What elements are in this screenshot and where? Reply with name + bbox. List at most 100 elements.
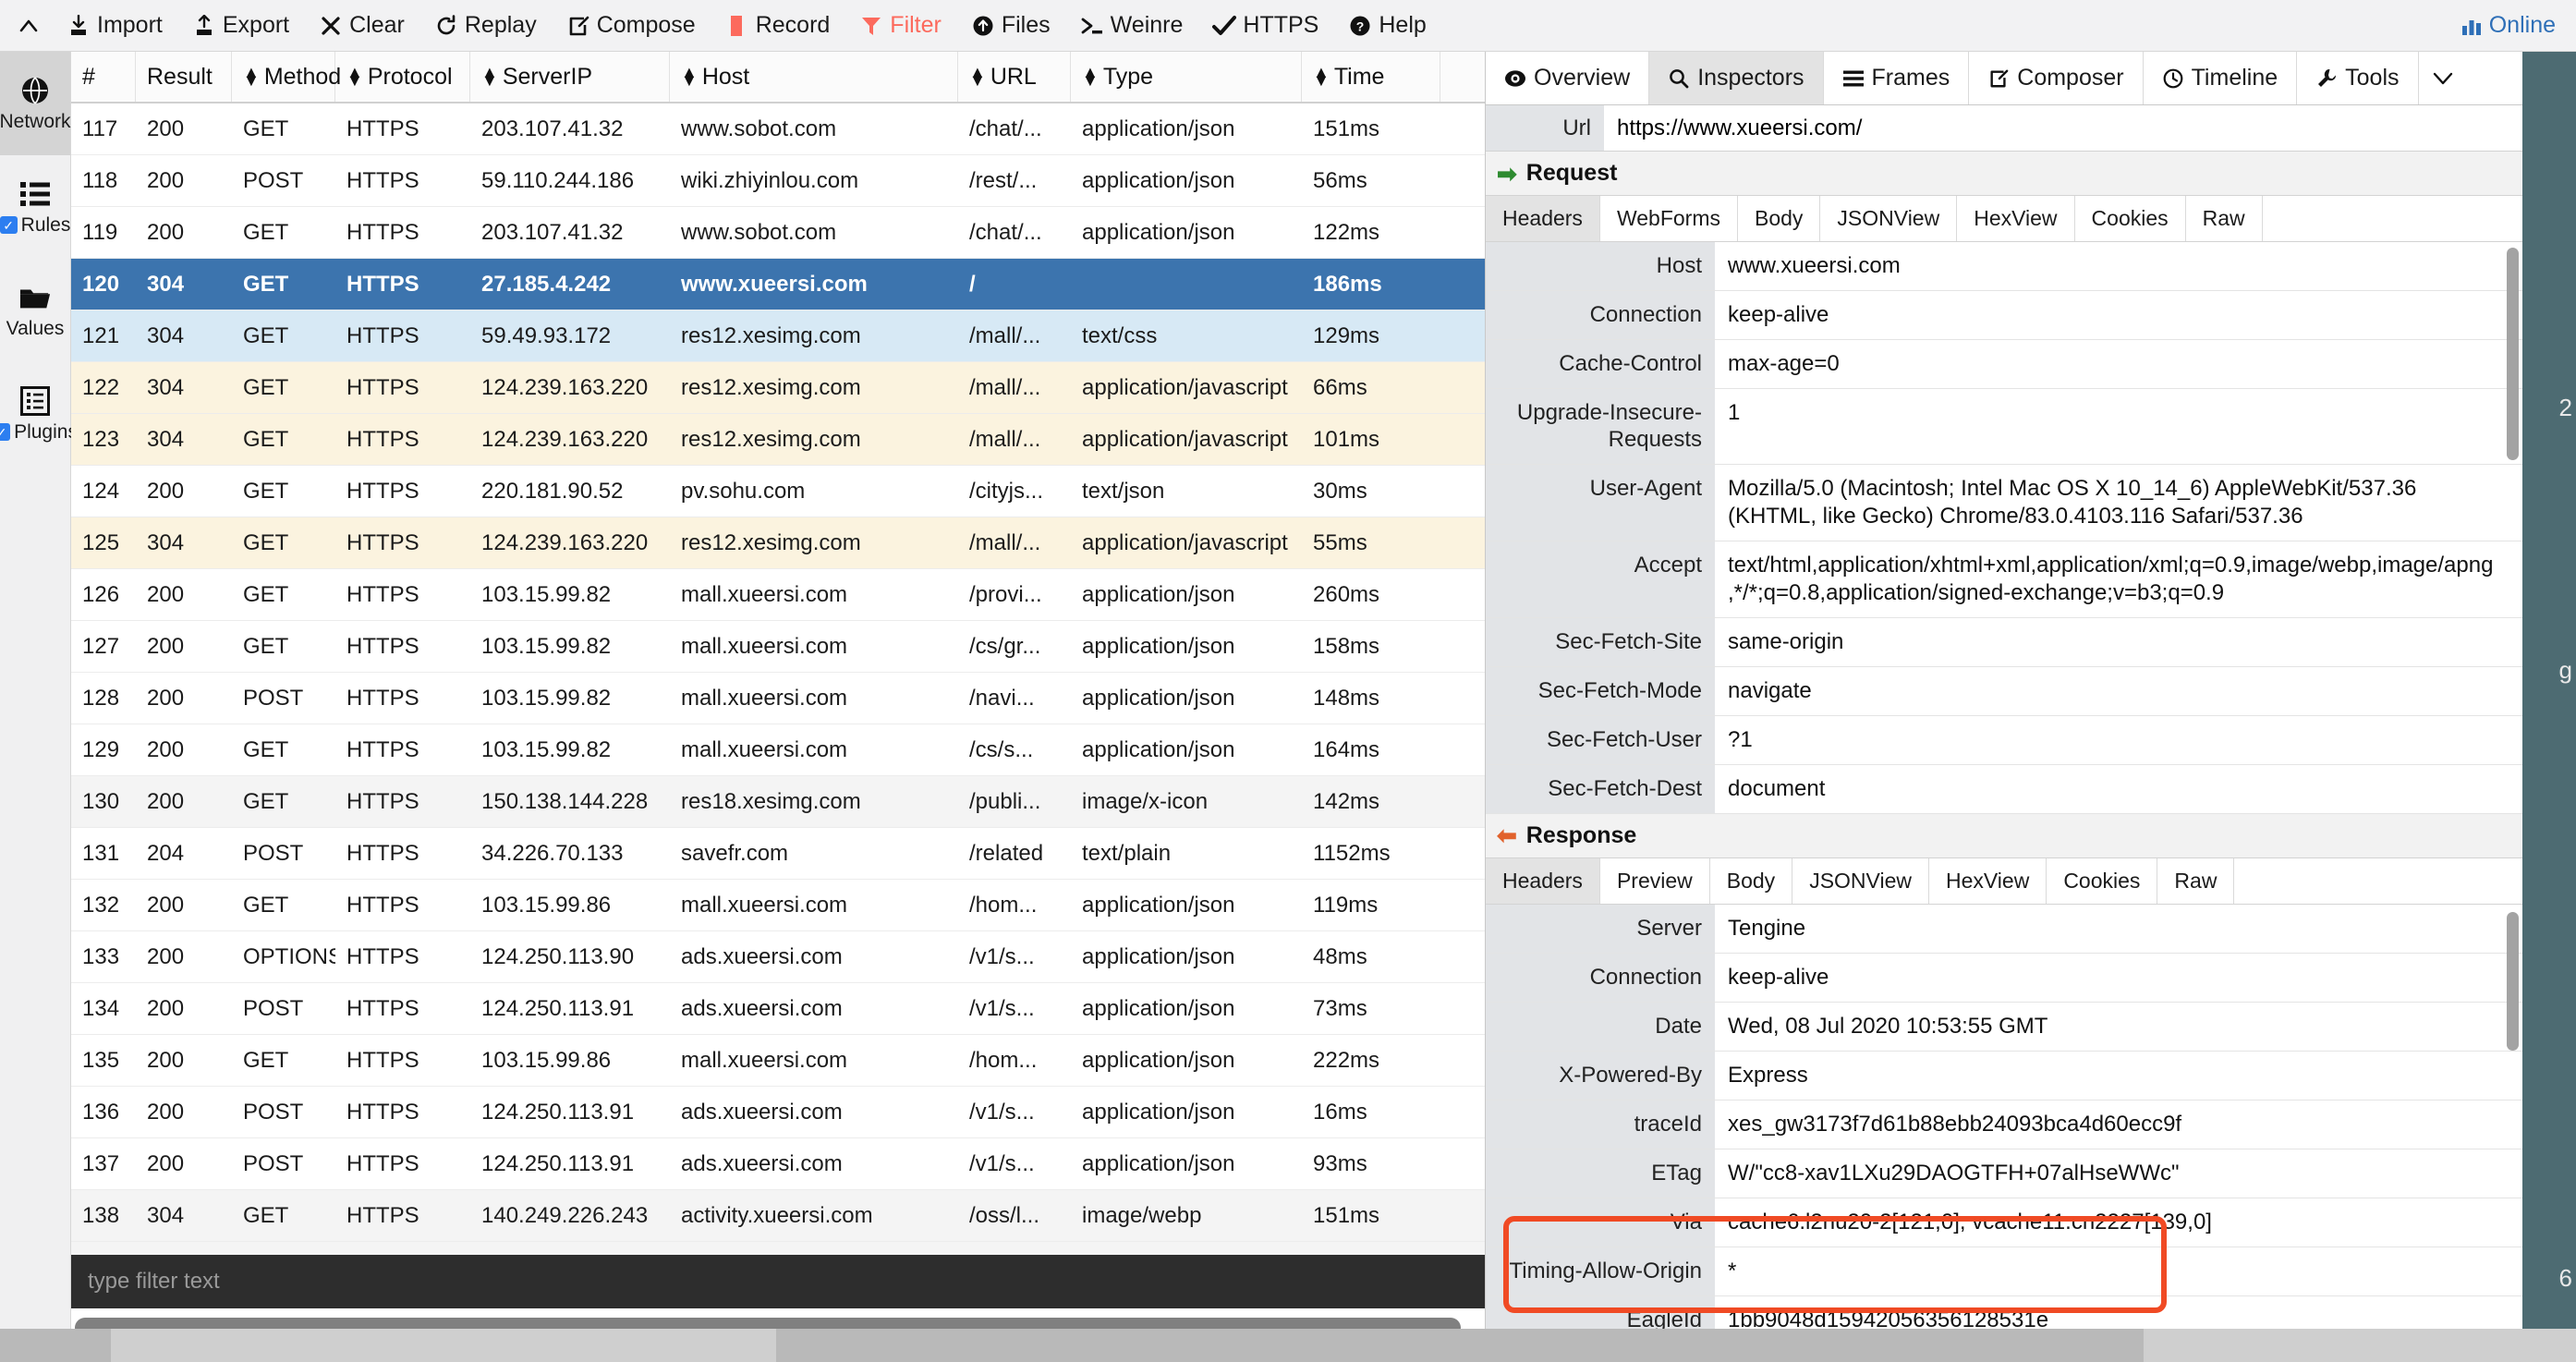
sidebar-item-rules[interactable]: ✓ Rules bbox=[0, 155, 70, 259]
table-row[interactable]: 125 304 GET HTTPS 124.239.163.220 res12.xesim… bbox=[71, 517, 1485, 569]
response-subtab-hexview[interactable]: HexView bbox=[1929, 857, 2047, 904]
import-button[interactable]: Import bbox=[52, 8, 177, 43]
table-row[interactable]: 129 200 GET HTTPS 103.15.99.82 mall.xueersi.c… bbox=[71, 724, 1485, 776]
table-row[interactable]: 122 304 GET HTTPS 124.239.163.220 res12.xesim… bbox=[71, 362, 1485, 414]
table-row[interactable]: 118 200 POST HTTPS 59.110.244.186 wiki.zhiyin… bbox=[71, 155, 1485, 207]
request-header-row[interactable]: Connection keep-alive bbox=[1486, 291, 2522, 340]
request-header-row[interactable]: Sec-Fetch-Mode navigate bbox=[1486, 666, 2522, 716]
response-header-row[interactable]: Server Tengine bbox=[1486, 904, 2522, 954]
record-button[interactable]: Record bbox=[711, 8, 845, 43]
column-header-url[interactable]: ▲ ▼ URL bbox=[958, 52, 1071, 102]
files-button[interactable]: Files bbox=[956, 8, 1065, 43]
request-subtab-body[interactable]: Body bbox=[1738, 196, 1821, 241]
tab-frames[interactable]: Frames bbox=[1824, 52, 1970, 104]
request-header-value[interactable]: 1 bbox=[1715, 389, 2522, 464]
response-header-row[interactable]: ETag W/"cc8-xav1LXu29DAOGTFH+07alHseWWc" bbox=[1486, 1149, 2522, 1198]
table-row[interactable]: 121 304 GET HTTPS 59.49.93.172 res12.xesimg.c… bbox=[71, 310, 1485, 362]
request-header-value[interactable]: ?1 bbox=[1715, 715, 2522, 764]
column-header-time[interactable]: ▲ ▼ Time bbox=[1302, 52, 1440, 102]
url-value[interactable]: https://www.xueersi.com/ bbox=[1604, 105, 2522, 151]
request-subtab-raw[interactable]: Raw bbox=[2186, 196, 2263, 241]
column-header-host[interactable]: ▲ ▼ Host bbox=[670, 52, 958, 102]
online-status-button[interactable]: Online bbox=[2460, 12, 2576, 39]
request-header-value[interactable]: www.xueersi.com bbox=[1715, 242, 2522, 290]
request-header-row[interactable]: Host www.xueersi.com bbox=[1486, 242, 2522, 291]
column-header-result[interactable]: Result bbox=[136, 52, 232, 102]
table-row[interactable]: 127 200 GET HTTPS 103.15.99.82 mall.xueersi.c… bbox=[71, 621, 1485, 673]
sort-icon[interactable]: ▲ ▼ bbox=[346, 64, 363, 89]
response-header-value[interactable]: W/"cc8-xav1LXu29DAOGTFH+07alHseWWc" bbox=[1715, 1149, 2522, 1198]
table-row[interactable]: 120 304 GET HTTPS 27.185.4.242 www.xueersi.co… bbox=[71, 259, 1485, 310]
weinre-button[interactable]: Weinre bbox=[1065, 8, 1198, 43]
request-header-value[interactable]: Mozilla/5.0 (Macintosh; Intel Mac OS X 1… bbox=[1715, 464, 2522, 541]
rules-checkbox[interactable]: ✓ bbox=[0, 216, 18, 234]
column-header-serverip[interactable]: ▲ ▼ ServerIP bbox=[470, 52, 670, 102]
response-header-value[interactable]: xes_gw3173f7d61b88ebb24093bca4d60ecc9f bbox=[1715, 1100, 2522, 1149]
column-header-protocol[interactable]: ▲ ▼ Protocol bbox=[335, 52, 470, 102]
table-row[interactable]: 136 200 POST HTTPS 124.250.113.91 ads.xueersi… bbox=[71, 1087, 1485, 1138]
request-header-value[interactable]: same-origin bbox=[1715, 617, 2522, 666]
response-header-row[interactable]: Timing-Allow-Origin * bbox=[1486, 1246, 2522, 1296]
column-header-method[interactable]: ▲ ▼ Method bbox=[232, 52, 341, 102]
request-section-header[interactable]: ➡ Request bbox=[1486, 152, 2522, 196]
request-header-row[interactable]: Cache-Control max-age=0 bbox=[1486, 340, 2522, 389]
response-subtab-headers[interactable]: Headers bbox=[1486, 857, 1600, 904]
table-row[interactable]: 134 200 POST HTTPS 124.250.113.91 ads.xueersi… bbox=[71, 983, 1485, 1035]
table-row[interactable]: 119 200 GET HTTPS 203.107.41.32 www.sobot.com… bbox=[71, 207, 1485, 259]
table-row[interactable]: 137 200 POST HTTPS 124.250.113.91 ads.xueersi… bbox=[71, 1138, 1485, 1190]
request-header-row[interactable]: Sec-Fetch-User ?1 bbox=[1486, 715, 2522, 765]
sort-icon[interactable]: ▲ ▼ bbox=[1082, 64, 1099, 89]
replay-button[interactable]: Replay bbox=[419, 8, 552, 43]
request-header-value[interactable]: text/html,application/xhtml+xml,applicat… bbox=[1715, 541, 2522, 617]
collapse-toolbar-button[interactable] bbox=[13, 10, 52, 42]
help-button[interactable]: ? Help bbox=[1333, 8, 1440, 43]
sidebar-item-values[interactable]: Values bbox=[0, 259, 70, 362]
request-header-value[interactable]: keep-alive bbox=[1715, 291, 2522, 339]
sort-icon[interactable]: ▲ ▼ bbox=[969, 64, 986, 89]
request-header-row[interactable]: User-Agent Mozilla/5.0 (Macintosh; Intel … bbox=[1486, 464, 2522, 541]
tab-tools[interactable]: Tools bbox=[2297, 52, 2419, 104]
table-row[interactable]: 130 200 GET HTTPS 150.138.144.228 res18.xesim… bbox=[71, 776, 1485, 828]
sort-icon[interactable]: ▲ ▼ bbox=[243, 64, 260, 89]
response-header-value[interactable]: keep-alive bbox=[1715, 953, 2522, 1002]
request-subtab-jsonview[interactable]: JSONView bbox=[1820, 196, 1958, 241]
table-row[interactable]: 128 200 POST HTTPS 103.15.99.82 mall.xueersi.… bbox=[71, 673, 1485, 724]
request-subtab-cookies[interactable]: Cookies bbox=[2075, 196, 2186, 241]
response-header-row[interactable]: Via cache6.l2nu20-2[121,0], vcache11.cn22… bbox=[1486, 1198, 2522, 1247]
filter-button[interactable]: Filter bbox=[844, 8, 956, 43]
plugins-checkbox[interactable]: ✓ bbox=[0, 423, 11, 441]
response-header-row[interactable]: Date Wed, 08 Jul 2020 10:53:55 GMT bbox=[1486, 1002, 2522, 1052]
request-scrollbar-thumb[interactable] bbox=[2507, 248, 2519, 460]
column-header-num[interactable]: # bbox=[71, 52, 136, 102]
tab-overflow-button[interactable] bbox=[2419, 52, 2467, 104]
response-header-value[interactable]: Wed, 08 Jul 2020 10:53:55 GMT bbox=[1715, 1002, 2522, 1051]
response-header-row[interactable]: traceId xes_gw3173f7d61b88ebb24093bca4d60… bbox=[1486, 1100, 2522, 1149]
tab-timeline[interactable]: Timeline bbox=[2144, 52, 2298, 104]
column-header-type[interactable]: ▲ ▼ Type bbox=[1071, 52, 1302, 102]
response-subtab-raw[interactable]: Raw bbox=[2157, 857, 2235, 904]
request-header-value[interactable]: max-age=0 bbox=[1715, 340, 2522, 388]
sort-icon[interactable]: ▲ ▼ bbox=[1313, 64, 1330, 89]
request-subtab-webforms[interactable]: WebForms bbox=[1600, 196, 1738, 241]
response-header-row[interactable]: X-Powered-By Express bbox=[1486, 1051, 2522, 1101]
request-header-value[interactable]: navigate bbox=[1715, 666, 2522, 715]
table-row[interactable]: 123 304 GET HTTPS 124.239.163.220 res12.xesim… bbox=[71, 414, 1485, 466]
tab-composer[interactable]: Composer bbox=[1969, 52, 2144, 104]
https-button[interactable]: HTTPS bbox=[1197, 8, 1333, 43]
tab-inspectors[interactable]: Inspectors bbox=[1649, 52, 1824, 104]
table-row[interactable]: 124 200 GET HTTPS 220.181.90.52 pv.sohu.com/c… bbox=[71, 466, 1485, 517]
table-row[interactable]: 138 304 GET HTTPS 140.249.226.243 activity.xu… bbox=[71, 1190, 1485, 1242]
request-header-value[interactable]: document bbox=[1715, 764, 2522, 813]
tab-overview[interactable]: Overview bbox=[1486, 52, 1650, 104]
sidebar-item-plugins[interactable]: ✓ Plugins bbox=[0, 362, 78, 466]
request-header-row[interactable]: Sec-Fetch-Dest document bbox=[1486, 764, 2522, 814]
table-row[interactable]: 117 200 GET HTTPS 203.107.41.32 www.sobot.com… bbox=[71, 103, 1485, 155]
request-subtab-headers[interactable]: Headers bbox=[1486, 196, 1600, 241]
sort-icon[interactable]: ▲ ▼ bbox=[481, 64, 498, 89]
request-header-row[interactable]: Upgrade-Insecure-Requests 1 bbox=[1486, 389, 2522, 465]
table-row[interactable]: 135 200 GET HTTPS 103.15.99.86 mall.xueersi.c… bbox=[71, 1035, 1485, 1087]
response-header-value[interactable]: * bbox=[1715, 1246, 2522, 1295]
compose-button[interactable]: Compose bbox=[552, 8, 711, 43]
clear-button[interactable]: Clear bbox=[304, 8, 419, 43]
request-header-row[interactable]: Accept text/html,application/xhtml+xml,ap… bbox=[1486, 541, 2522, 618]
